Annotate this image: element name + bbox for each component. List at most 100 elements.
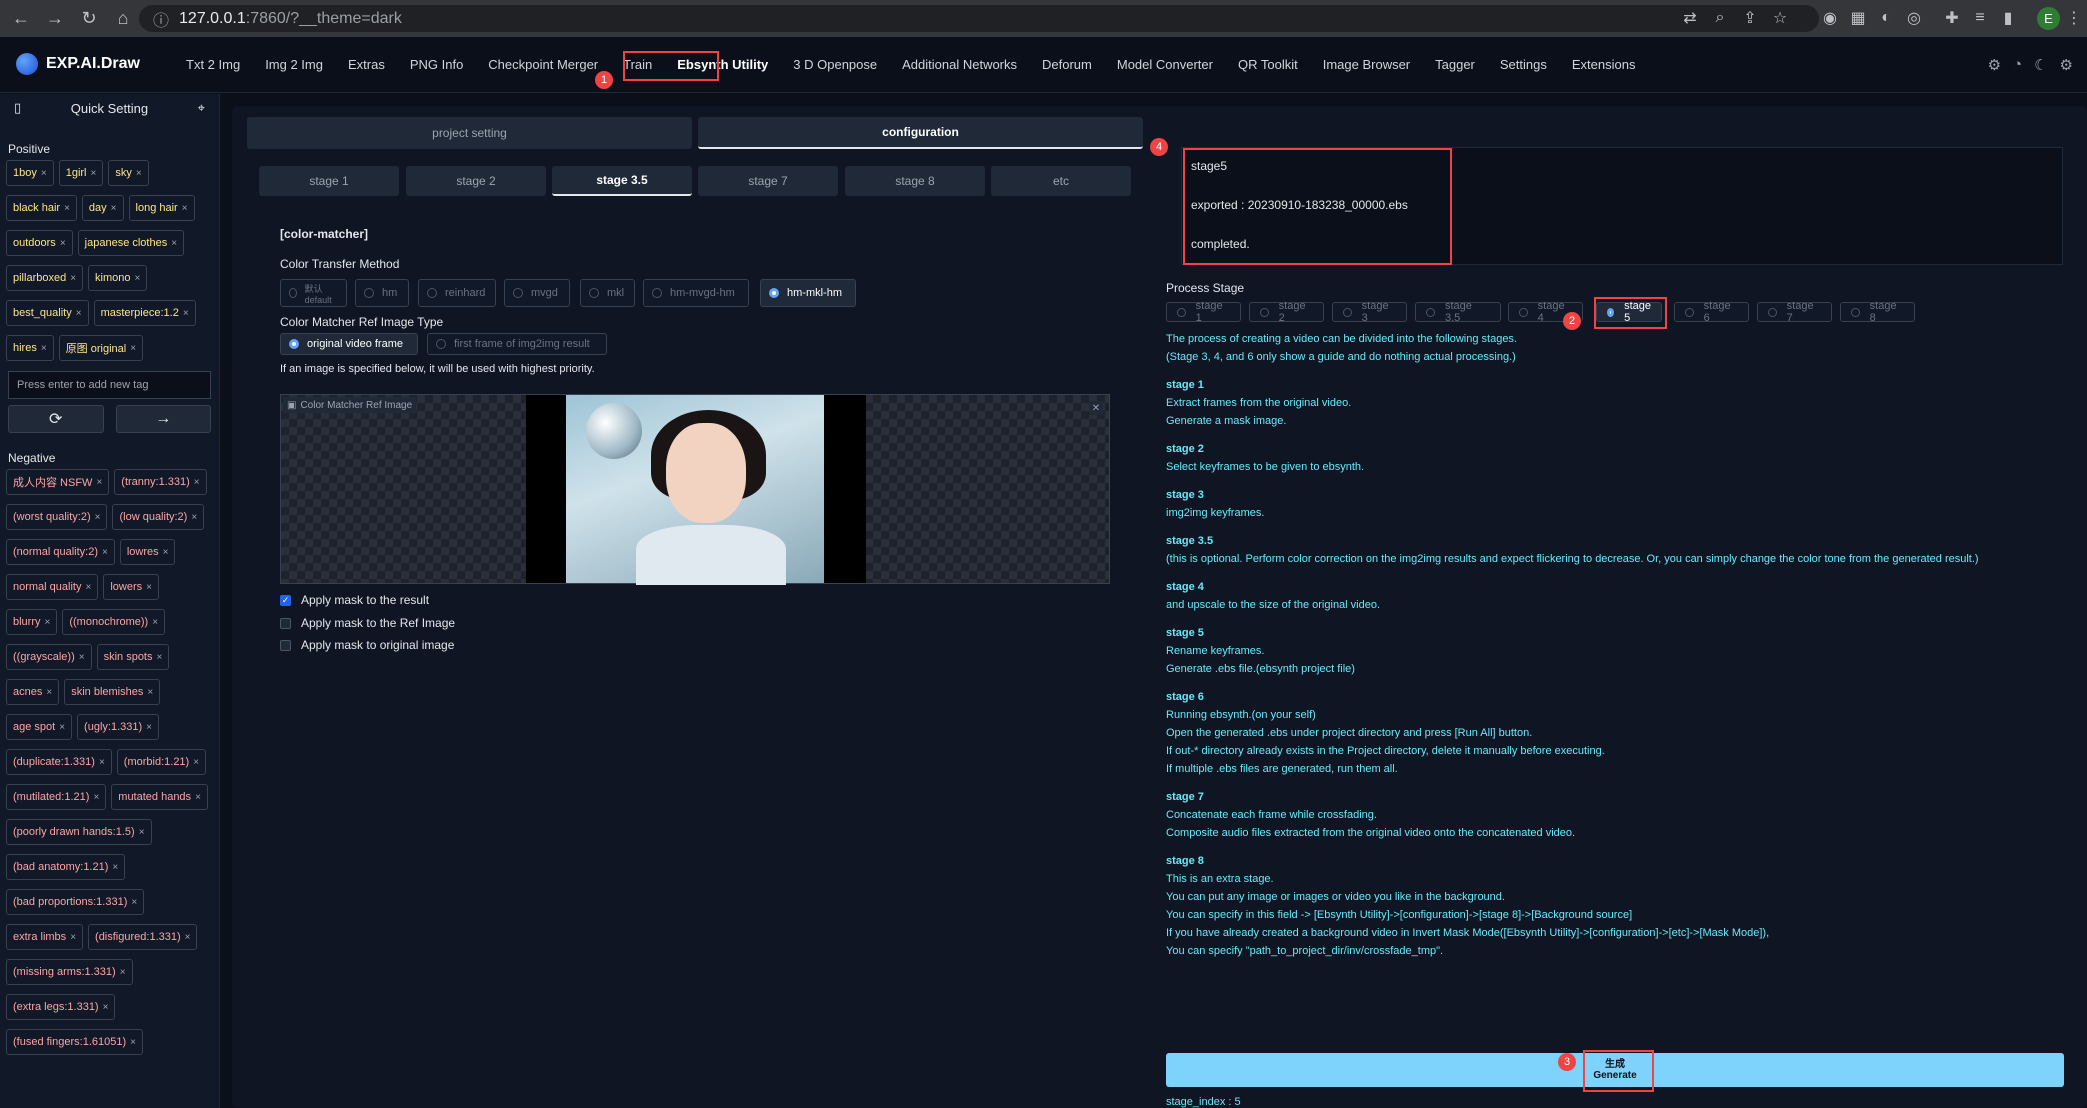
collapse-icon[interactable]: ▯ xyxy=(14,100,21,116)
tab-qr-toolkit[interactable]: QR Toolkit xyxy=(1238,57,1298,72)
remove-tag-icon[interactable]: × xyxy=(191,512,197,523)
tag-chip[interactable]: masterpiece:1.2 × xyxy=(93,300,196,326)
tab-extensions[interactable]: Extensions xyxy=(1572,57,1636,72)
tag-chip[interactable]: (normal quality:2) × xyxy=(6,539,115,565)
radio-hm[interactable]: hm xyxy=(355,279,409,307)
tag-chip[interactable]: japanese clothes × xyxy=(77,230,185,256)
remove-tag-icon[interactable]: × xyxy=(193,757,199,768)
tab-project-setting[interactable]: project setting xyxy=(247,117,692,149)
tab-checkpoint-merger[interactable]: Checkpoint Merger xyxy=(488,57,598,72)
tag-chip[interactable]: mutated hands × xyxy=(111,784,208,810)
remove-tag-icon[interactable]: × xyxy=(102,547,108,558)
puzzle-icon[interactable]: ✚ xyxy=(1940,6,1964,30)
tag-chip[interactable]: hires × xyxy=(6,335,54,361)
tag-input[interactable]: Press enter to add new tag xyxy=(8,371,211,399)
remove-tag-icon[interactable]: × xyxy=(152,617,158,628)
radio-hm-mvgd-hm[interactable]: hm-mvgd-hm xyxy=(643,279,749,307)
theme-moon-icon[interactable]: ☾ xyxy=(2034,56,2047,74)
tag-chip[interactable]: (morbid:1.21) × xyxy=(116,749,207,775)
tab-stage-7[interactable]: stage 7 xyxy=(698,166,838,196)
tag-chip[interactable]: (ugly:1.331) × xyxy=(77,714,159,740)
extension-icon[interactable]: ◐ xyxy=(1874,6,1898,30)
playlist-icon[interactable]: ≡ xyxy=(1968,6,1992,30)
remove-tag-icon[interactable]: × xyxy=(182,203,188,214)
reload-icon[interactable]: ↻ xyxy=(76,6,102,32)
tag-chip[interactable]: ((monochrome)) × xyxy=(62,609,166,635)
tab-stage-8[interactable]: stage 8 xyxy=(845,166,985,196)
remove-tag-icon[interactable]: × xyxy=(163,547,169,558)
menu-icon[interactable]: ⋮ xyxy=(2062,6,2086,30)
tag-chip[interactable]: (disfigured:1.331) × xyxy=(88,924,198,950)
stage-radio-8[interactable]: stage 8 xyxy=(1840,300,1915,324)
radio-hm-mkl-hm[interactable]: hm-mkl-hm xyxy=(760,279,856,307)
remove-tag-icon[interactable]: × xyxy=(130,1037,136,1048)
remove-tag-icon[interactable]: × xyxy=(139,827,145,838)
close-icon[interactable]: ✕ xyxy=(1089,401,1103,415)
address-bar[interactable]: ⓘ 127.0.0.1:7860/?__theme=dark xyxy=(139,5,1819,32)
stage-radio-2[interactable]: stage 2 xyxy=(1249,300,1324,324)
remove-tag-icon[interactable]: × xyxy=(41,343,47,354)
remove-tag-icon[interactable]: × xyxy=(79,652,85,663)
remove-tag-icon[interactable]: × xyxy=(103,1002,109,1013)
tag-chip[interactable]: black hair × xyxy=(6,195,77,221)
tag-chip[interactable]: (tranny:1.331) × xyxy=(114,469,207,495)
tag-chip[interactable]: (poorly drawn hands:1.5) × xyxy=(6,819,152,845)
tag-chip[interactable]: skin blemishes × xyxy=(64,679,161,705)
tab-deforum[interactable]: Deforum xyxy=(1042,57,1092,72)
home-icon[interactable]: ⌂ xyxy=(110,6,136,32)
tab-additional-networks[interactable]: Additional Networks xyxy=(902,57,1017,72)
stage-radio-6[interactable]: stage 6 xyxy=(1674,300,1749,324)
radio-mkl[interactable]: mkl xyxy=(580,279,635,307)
apply-mask-original-checkbox[interactable]: Apply mask to original image xyxy=(280,638,454,652)
extension-icon[interactable]: ◉ xyxy=(1818,6,1842,30)
github-icon[interactable]: ◔ xyxy=(2013,56,2022,74)
tag-chip[interactable]: (bad proportions:1.331) × xyxy=(6,889,145,915)
stage-radio-3[interactable]: stage 3 xyxy=(1332,300,1407,324)
remove-tag-icon[interactable]: × xyxy=(194,477,200,488)
tag-chip[interactable]: 1boy × xyxy=(6,160,54,186)
remove-tag-icon[interactable]: × xyxy=(146,582,152,593)
remove-tag-icon[interactable]: × xyxy=(91,168,97,179)
send-button[interactable]: → xyxy=(115,405,211,433)
remove-tag-icon[interactable]: × xyxy=(135,273,141,284)
apply-mask-result-checkbox[interactable]: ✓ Apply mask to the result xyxy=(280,593,429,607)
tag-chip[interactable]: acnes × xyxy=(6,679,60,705)
tab-txt2img[interactable]: Txt 2 Img xyxy=(186,57,240,72)
remove-tag-icon[interactable]: × xyxy=(131,897,137,908)
remove-tag-icon[interactable]: × xyxy=(59,722,65,733)
tag-chip[interactable]: ((grayscale)) × xyxy=(6,644,92,670)
remove-tag-icon[interactable]: × xyxy=(46,687,52,698)
remove-tag-icon[interactable]: × xyxy=(85,582,91,593)
remove-tag-icon[interactable]: × xyxy=(147,687,153,698)
remove-tag-icon[interactable]: × xyxy=(120,967,126,978)
tag-chip[interactable]: (bad anatomy:1.21) × xyxy=(6,854,126,880)
remove-tag-icon[interactable]: × xyxy=(76,308,82,319)
radio-mvgd[interactable]: mvgd xyxy=(504,279,570,307)
remove-tag-icon[interactable]: × xyxy=(99,757,105,768)
remove-tag-icon[interactable]: × xyxy=(96,477,102,488)
remove-tag-icon[interactable]: × xyxy=(70,932,76,943)
tag-chip[interactable]: 原图 original × xyxy=(58,335,144,361)
remove-tag-icon[interactable]: × xyxy=(93,792,99,803)
tag-chip[interactable]: skin spots × xyxy=(96,644,170,670)
tag-chip[interactable]: pillarboxed × xyxy=(6,265,84,291)
stage-radio-7[interactable]: stage 7 xyxy=(1757,300,1832,324)
gear-icon[interactable]: ⚙ xyxy=(2060,56,2073,74)
remove-tag-icon[interactable]: × xyxy=(70,273,76,284)
apply-mask-ref-checkbox[interactable]: Apply mask to the Ref Image xyxy=(280,616,455,630)
tab-extras[interactable]: Extras xyxy=(348,57,385,72)
tag-chip[interactable]: (mutilated:1.21) × xyxy=(6,784,107,810)
forward-icon[interactable]: → xyxy=(42,6,68,32)
tag-chip[interactable]: kimono × xyxy=(88,265,148,291)
stage-radio-1[interactable]: stage 1 xyxy=(1166,300,1241,324)
tag-chip[interactable]: (low quality:2) × xyxy=(112,504,205,530)
remove-tag-icon[interactable]: × xyxy=(41,168,47,179)
ref-image-upload[interactable]: ▣ Color Matcher Ref Image ✕ xyxy=(280,394,1110,585)
remove-tag-icon[interactable]: × xyxy=(185,932,191,943)
tag-chip[interactable]: (extra legs:1.331) × xyxy=(6,994,116,1020)
tag-chip[interactable]: lowres × xyxy=(119,539,176,565)
pin-icon[interactable]: ⌖ xyxy=(198,100,205,116)
radio-first-frame-img2img[interactable]: first frame of img2img result xyxy=(427,333,607,355)
tag-chip[interactable]: day × xyxy=(81,195,124,221)
profile-avatar[interactable]: E xyxy=(2037,7,2060,30)
